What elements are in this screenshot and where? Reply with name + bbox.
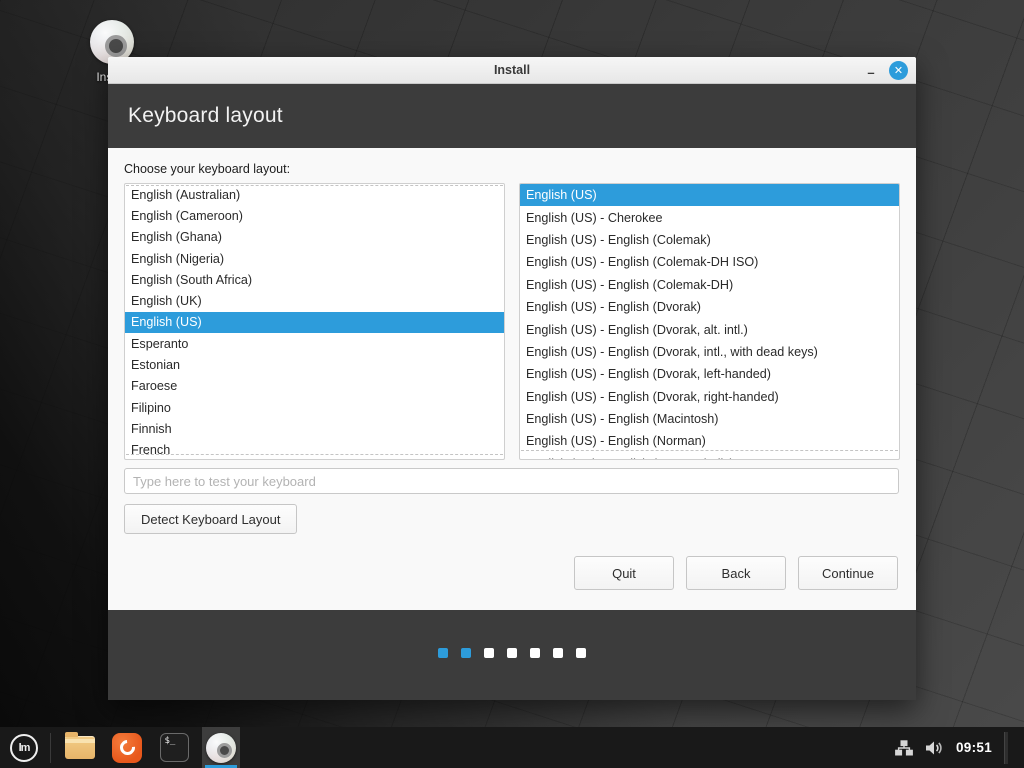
- list-item[interactable]: English (UK): [125, 290, 504, 311]
- list-item[interactable]: English (US) - English (US-Symbolic): [520, 453, 899, 459]
- firefox-icon: [112, 732, 142, 763]
- progress-dot: [576, 648, 586, 658]
- mint-menu-button[interactable]: lm: [4, 727, 44, 768]
- list-item[interactable]: French: [125, 440, 504, 459]
- show-desktop-button[interactable]: [1004, 731, 1008, 764]
- quit-button[interactable]: Quit: [574, 556, 674, 590]
- clock[interactable]: 09:51: [956, 740, 992, 755]
- list-item[interactable]: English (US): [520, 184, 899, 207]
- progress-dot: [530, 648, 540, 658]
- list-item[interactable]: Finnish: [125, 418, 504, 439]
- firefox-launcher[interactable]: [108, 727, 146, 768]
- progress-dot: [438, 648, 448, 658]
- installer-cd-icon: [206, 732, 236, 763]
- list-item[interactable]: English (Australian): [125, 184, 504, 205]
- folder-icon: [65, 732, 95, 759]
- volume-icon[interactable]: [925, 740, 944, 756]
- list-item[interactable]: English (US) - English (Dvorak, alt. int…: [520, 318, 899, 340]
- file-manager-launcher[interactable]: [61, 727, 99, 768]
- list-item[interactable]: English (US) - English (Dvorak): [520, 296, 899, 318]
- terminal-launcher[interactable]: $_: [155, 727, 193, 768]
- list-item[interactable]: English (US) - English (Dvorak, intl., w…: [520, 341, 899, 363]
- window-titlebar[interactable]: Install – ✕: [108, 57, 916, 84]
- mint-logo-icon: lm: [10, 733, 38, 762]
- list-item[interactable]: Filipino: [125, 397, 504, 418]
- list-item[interactable]: English (US) - English (Colemak): [520, 229, 899, 251]
- list-item[interactable]: Faroese: [125, 376, 504, 397]
- list-item[interactable]: English (Cameroon): [125, 205, 504, 226]
- taskbar-separator: [50, 732, 51, 763]
- step-progress-dots: [438, 648, 586, 658]
- list-item[interactable]: English (South Africa): [125, 269, 504, 290]
- detect-keyboard-layout-button[interactable]: Detect Keyboard Layout: [124, 504, 298, 534]
- install-window: Install – ✕ Keyboard layout Choose your …: [108, 57, 916, 700]
- list-item[interactable]: English (US) - English (Colemak-DH ISO): [520, 251, 899, 273]
- progress-dot: [507, 648, 517, 658]
- keyboard-test-input[interactable]: [124, 468, 899, 494]
- progress-footer: [108, 610, 916, 700]
- content-area: Choose your keyboard layout: English (Au…: [108, 148, 916, 610]
- keyboard-layout-list[interactable]: English (Australian) English (Cameroon) En…: [124, 183, 505, 460]
- installer-task-button[interactable]: [202, 727, 240, 768]
- close-button[interactable]: ✕: [889, 60, 908, 80]
- list-item[interactable]: English (US) - Cherokee: [520, 206, 899, 228]
- list-item[interactable]: English (US) - English (Norman): [520, 430, 899, 452]
- list-item[interactable]: Esperanto: [125, 333, 504, 354]
- list-item[interactable]: English (US) - English (Macintosh): [520, 408, 899, 430]
- list-item[interactable]: English (Nigeria): [125, 248, 504, 269]
- network-icon[interactable]: [895, 739, 913, 756]
- window-title: Install: [493, 63, 531, 77]
- progress-dot: [484, 648, 494, 658]
- list-item[interactable]: English (US): [125, 311, 504, 334]
- back-button[interactable]: Back: [686, 556, 786, 590]
- list-item[interactable]: English (Ghana): [125, 227, 504, 248]
- choose-layout-label: Choose your keyboard layout:: [124, 162, 291, 176]
- page-header: Keyboard layout: [108, 84, 916, 148]
- list-item[interactable]: English (US) - English (Dvorak, left-han…: [520, 363, 899, 385]
- minimize-button[interactable]: –: [863, 62, 879, 79]
- progress-dot: [461, 648, 471, 658]
- terminal-icon: $_: [159, 733, 189, 762]
- list-item[interactable]: English (US) - English (Colemak-DH): [520, 274, 899, 296]
- list-item[interactable]: Estonian: [125, 354, 504, 375]
- progress-dot: [553, 648, 563, 658]
- page-title: Keyboard layout: [128, 104, 283, 127]
- continue-button[interactable]: Continue: [798, 556, 898, 590]
- list-item[interactable]: English (US) - English (Dvorak, right-ha…: [520, 386, 899, 408]
- taskbar: lm $_ 09:51: [0, 727, 1024, 768]
- keyboard-variant-list[interactable]: English (US) English (US) - Cherokee Engli…: [519, 183, 900, 460]
